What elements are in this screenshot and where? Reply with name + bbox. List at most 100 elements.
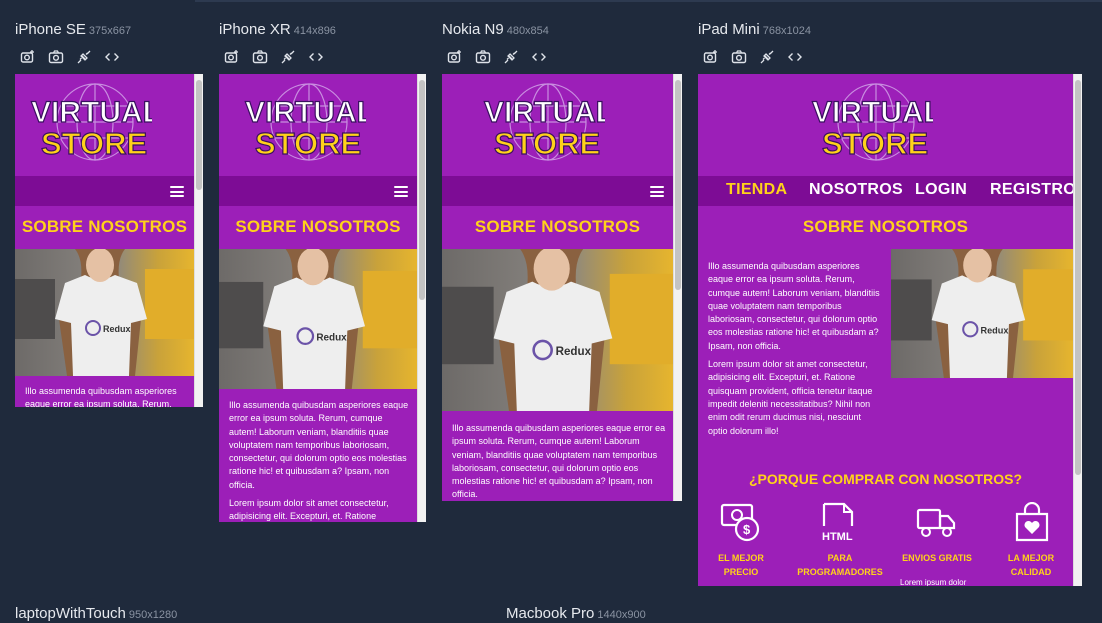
store-logo: VIRTUAL STORE — [30, 83, 152, 162]
html-label: HTML — [822, 531, 853, 543]
site-header: VIRTUAL STORE — [219, 74, 417, 176]
logo-line1: VIRTUAL — [484, 96, 605, 129]
scrollbar[interactable] — [417, 74, 426, 522]
scroll-thumb[interactable] — [196, 80, 202, 190]
camera-icon — [48, 50, 64, 64]
device-dims: 414x896 — [293, 25, 336, 37]
disconnect-button[interactable] — [502, 48, 520, 66]
shirt-brand: Redux — [103, 324, 131, 334]
feature-line: ENVIOS GRATIS — [902, 553, 972, 563]
nav-bar — [15, 176, 194, 206]
feature-free-shipping: ENVIOS GRATIS — [894, 551, 980, 565]
about-paragraph: Lorem ipsum dolor sit amet consectetur, … — [708, 359, 873, 436]
device-dims: 950x1280 — [128, 609, 178, 621]
logo-line1: VIRTUAL — [245, 96, 366, 129]
heart-bag-icon — [1015, 502, 1049, 542]
about-text: Illo assumenda quibusdam asperiores eaqu… — [708, 260, 880, 443]
feature-programmers: PARA PROGRAMADORES — [796, 551, 884, 579]
section-title: SOBRE NOSOTROS — [235, 217, 401, 236]
hamburger-menu-button[interactable] — [650, 186, 664, 197]
screenshot-button[interactable] — [47, 48, 65, 66]
plug-icon — [760, 50, 774, 64]
feature-line: LA MEJOR — [1007, 553, 1055, 563]
about-paragraph: Lorem ipsum dolor sit amet consectetur, … — [229, 498, 389, 522]
section-title: SOBRE NOSOTROS — [21, 217, 188, 236]
code-icon — [105, 53, 119, 61]
scroll-thumb[interactable] — [419, 80, 425, 300]
device-dims: 768x1024 — [762, 25, 812, 37]
hero-photo: Redux — [891, 249, 1073, 378]
code-button[interactable] — [530, 48, 548, 66]
disconnect-button[interactable] — [758, 48, 776, 66]
plug-icon — [77, 50, 91, 64]
device-frame-iphone-xr[interactable]: VIRTUAL STORE SOBRE NOSOTROS Redux Illo … — [219, 74, 426, 522]
about-paragraph: Illo assumenda quibusdam asperiores eaqu… — [229, 400, 409, 490]
scroll-thumb[interactable] — [675, 80, 681, 290]
nav-link-tienda[interactable]: TIENDA — [726, 181, 787, 199]
scroll-thumb[interactable] — [1075, 80, 1081, 475]
device-toolbar — [223, 48, 325, 66]
code-button[interactable] — [103, 48, 121, 66]
device-frame-iphone-se[interactable]: VIRTUAL STORE SOBRE NOSOTROS Redux Illo … — [15, 74, 203, 407]
hero-photo: Redux — [442, 249, 673, 411]
feature-line: CALIDAD — [1010, 567, 1052, 577]
hamburger-menu-button[interactable] — [170, 186, 184, 197]
device-title-iphone-xr: iPhone XR 414x896 — [219, 21, 336, 38]
screenshot-button[interactable] — [474, 48, 492, 66]
nav-link-nosotros[interactable]: NOSOTROS — [809, 181, 903, 199]
screenshot-full-button[interactable] — [446, 48, 464, 66]
screenshot-full-button[interactable] — [223, 48, 241, 66]
shirt-brand: Redux — [316, 333, 347, 344]
device-name: laptopWithTouch — [15, 605, 126, 622]
feature-line: EL MEJOR — [718, 553, 764, 563]
model-tshirt-image: Redux — [15, 249, 194, 376]
hamburger-menu-button[interactable] — [394, 186, 408, 197]
screenshot-button[interactable] — [251, 48, 269, 66]
feature-line: PRECIO — [723, 567, 759, 577]
device-toolbar — [702, 48, 804, 66]
model-tshirt-image: Redux — [219, 249, 417, 389]
nav-link-login[interactable]: LOGIN — [915, 181, 967, 199]
scrollbar[interactable] — [194, 74, 203, 407]
device-frame-nokia-n9[interactable]: VIRTUAL STORE SOBRE NOSOTROS Redux Illo … — [442, 74, 682, 501]
camera-icon — [252, 50, 268, 64]
top-divider — [195, 0, 1102, 2]
disconnect-button[interactable] — [75, 48, 93, 66]
screenshot-full-button[interactable] — [19, 48, 37, 66]
model-tshirt-image: Redux — [442, 249, 673, 411]
plug-icon — [281, 50, 295, 64]
hero-photo: Redux — [15, 249, 194, 376]
device-name: iPad Mini — [698, 21, 760, 38]
device-title-macbook: Macbook Pro 1440x900 — [506, 605, 646, 622]
camera-plus-icon — [20, 50, 34, 63]
device-frame-ipad-mini[interactable]: VIRTUAL STORE TIENDA NOSOTROS LOGIN REGI… — [698, 74, 1082, 586]
scrollbar[interactable] — [1073, 74, 1082, 586]
screenshot-button[interactable] — [730, 48, 748, 66]
disconnect-button[interactable] — [279, 48, 297, 66]
code-button[interactable] — [307, 48, 325, 66]
about-text: Illo assumenda quibusdam asperiores eaqu… — [452, 422, 667, 501]
nav-bar: TIENDA NOSOTROS LOGIN REGISTRO — [698, 176, 1076, 206]
store-logo: VIRTUAL STORE — [811, 83, 933, 162]
scrollbar[interactable] — [673, 74, 682, 501]
shirt-brand: Redux — [556, 345, 592, 358]
shirt-brand: Redux — [980, 325, 1009, 335]
section-title: SOBRE NOSOTROS — [802, 217, 969, 236]
about-paragraph: Illo assumenda quibusdam asperiores eaqu… — [452, 423, 666, 500]
screenshot-full-button[interactable] — [702, 48, 720, 66]
camera-icon — [731, 50, 747, 64]
feature-description: Lorem ipsum dolor — [900, 578, 967, 586]
plug-icon — [504, 50, 518, 64]
logo-line2: STORE — [822, 126, 928, 161]
section-title: SOBRE NOSOTROS — [474, 217, 641, 236]
store-logo: VIRTUAL STORE — [483, 83, 605, 162]
device-title-iphone-se: iPhone SE 375x667 — [15, 21, 131, 38]
device-toolbar — [446, 48, 548, 66]
camera-plus-icon — [224, 50, 238, 63]
feature-best-quality: LA MEJOR CALIDAD — [994, 551, 1068, 579]
device-name: iPhone XR — [219, 21, 291, 38]
about-text: Illo assumenda quibusdam asperiores eaqu… — [229, 399, 411, 522]
nav-link-registro[interactable]: REGISTRO — [990, 181, 1076, 199]
code-button[interactable] — [786, 48, 804, 66]
html-file-icon: HTML — [822, 502, 854, 543]
